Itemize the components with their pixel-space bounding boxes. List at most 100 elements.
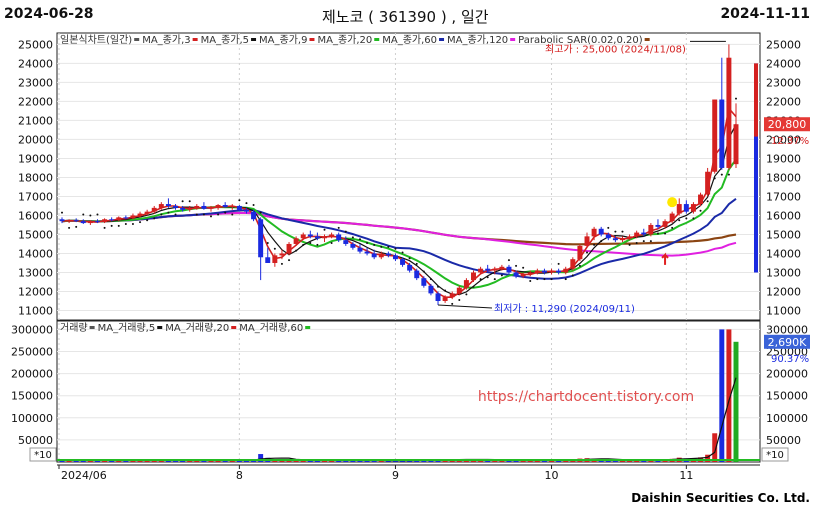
volume-tick-label: 300000: [766, 323, 808, 336]
candle-body: [350, 243, 356, 248]
candle-body: [698, 194, 704, 205]
legend-swatch: [439, 38, 445, 41]
candle-body: [534, 270, 540, 273]
candle-body: [612, 238, 618, 241]
legend-swatch: [305, 326, 311, 329]
price-tick-label: 20000: [18, 133, 53, 146]
price-tick-label: 17000: [18, 190, 53, 203]
candle-body: [478, 268, 484, 273]
x-tick-label: 10: [545, 469, 559, 482]
sar-dot: [351, 236, 354, 239]
sar-dot: [96, 213, 99, 216]
sar-dot: [465, 293, 468, 296]
sar-dot: [146, 219, 149, 222]
sar-dot: [685, 217, 688, 220]
stock-chart: 11000 11000 12000 12000 13000 13000 14000 14000…: [11, 32, 810, 482]
sar-dot: [231, 213, 234, 216]
sar-dot: [174, 213, 177, 216]
candle-body: [641, 232, 647, 235]
sar-dot: [486, 276, 489, 279]
candle-body: [329, 234, 335, 237]
high-annotation: 최고가 : 25,000 (2024/11/08): [545, 43, 686, 55]
candle-body: [286, 243, 292, 254]
sar-dot: [571, 274, 574, 277]
candle-body: [605, 234, 611, 239]
price-tick-label: 16000: [18, 209, 53, 222]
candle-body: [73, 220, 79, 222]
sar-dot: [117, 224, 120, 227]
signal-marker: [667, 197, 678, 208]
candle-body: [719, 99, 725, 168]
candle-body: [322, 236, 327, 239]
candle-body: [194, 205, 200, 208]
sar-dot: [380, 245, 383, 248]
legend-swatch: [157, 326, 163, 329]
legend-volume-item: MA_거래량,20: [165, 322, 229, 334]
candle-body: [662, 221, 668, 227]
candle-body: [222, 205, 228, 207]
candle-body: [485, 268, 491, 271]
sar-dot: [330, 242, 333, 245]
sar-dot: [217, 213, 220, 216]
price-tick-label: 13000: [18, 266, 53, 279]
sar-dot: [621, 230, 624, 233]
sar-dot: [720, 173, 723, 176]
sar-dot: [139, 221, 142, 224]
candle-body: [407, 264, 413, 271]
sar-dot: [337, 226, 340, 229]
candle-body: [385, 253, 391, 256]
legend-swatch: [251, 38, 257, 41]
candle-body: [102, 219, 108, 223]
candle-body: [293, 238, 299, 244]
price-tick-label: 19000: [18, 152, 53, 165]
candle-body: [648, 224, 654, 235]
sar-dot: [422, 270, 425, 273]
candle-body: [165, 204, 171, 206]
candle-body: [513, 272, 519, 277]
candle-body: [520, 274, 526, 277]
legend-price-item: MA_종가,3: [142, 34, 190, 46]
candle-body: [371, 253, 377, 258]
sar-dot: [472, 285, 475, 288]
x-tick-label: 2024/06: [61, 469, 107, 482]
candle-body: [66, 220, 72, 222]
candle-body: [59, 219, 65, 222]
candle-body: [116, 217, 122, 221]
sar-dot: [493, 278, 496, 281]
price-tick-label: 23000: [18, 76, 53, 89]
sar-dot: [635, 242, 638, 245]
price-tick-label: 25000: [766, 38, 801, 51]
sar-dot: [252, 204, 255, 207]
sar-dot: [188, 200, 191, 203]
sar-dot: [160, 213, 163, 216]
sar-dot: [593, 243, 596, 246]
candle-body: [435, 293, 441, 301]
legend-price-item: MA_종가,9: [259, 34, 307, 46]
x-tick-label: 11: [679, 469, 693, 482]
sar-dot: [181, 200, 184, 203]
candle-body: [87, 221, 93, 224]
price-tick-label: 21000: [18, 114, 53, 127]
candle-body: [158, 204, 164, 208]
candle-body: [655, 224, 661, 227]
sar-dot: [266, 242, 269, 245]
candle-body: [378, 253, 384, 258]
sar-dot: [515, 264, 518, 267]
sar-dot: [543, 278, 546, 281]
sar-dot: [295, 249, 298, 252]
legend-volume-item: 거래량: [60, 322, 88, 334]
candle-body: [449, 293, 455, 298]
price-tick-label: 13000: [766, 266, 801, 279]
candle-body: [229, 205, 235, 207]
sar-dot: [664, 232, 667, 235]
candle-body: [300, 234, 306, 239]
legend-price-item: MA_종가,120: [447, 34, 508, 46]
candle-body: [137, 213, 143, 216]
volume-tick-label: 150000: [11, 390, 53, 403]
sar-dot: [614, 230, 617, 233]
sar-dot: [394, 247, 397, 250]
candle-body: [733, 124, 739, 165]
sar-dot: [259, 211, 262, 214]
sar-dot: [316, 243, 319, 246]
sar-dot: [500, 274, 503, 277]
